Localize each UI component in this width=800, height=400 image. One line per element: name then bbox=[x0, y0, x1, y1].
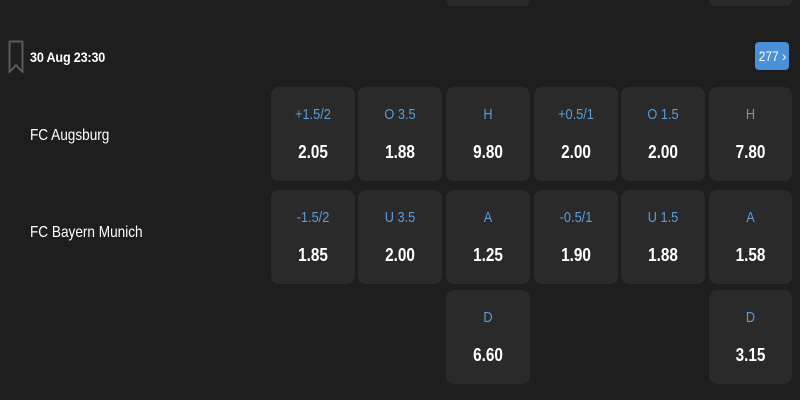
odds-value: 2.00 bbox=[561, 142, 591, 162]
odds-value: 2.00 bbox=[648, 142, 678, 162]
odds-value: 1.25 bbox=[473, 245, 503, 265]
home-team-name: FC Augsburg bbox=[30, 127, 110, 144]
odds-label: U 1.5 bbox=[647, 209, 679, 226]
bookmark-icon[interactable] bbox=[8, 40, 24, 74]
odds-label: D bbox=[483, 309, 493, 326]
match-header: 30 Aug 23:30 bbox=[0, 36, 800, 78]
odds-value: 2.00 bbox=[385, 245, 415, 265]
odds-cell-under-full[interactable]: U 3.5 2.00 bbox=[358, 190, 442, 284]
odds-cell-away-win-full[interactable]: A 1.25 bbox=[446, 190, 530, 284]
odds-label: U 3.5 bbox=[384, 209, 416, 226]
odds-cell-home-win-full[interactable]: H 9.80 bbox=[446, 87, 530, 181]
odds-label: O 3.5 bbox=[384, 106, 416, 123]
odds-value: 2.05 bbox=[298, 142, 328, 162]
odds-cell-draw-full[interactable]: D 6.60 bbox=[446, 290, 530, 384]
more-markets-button[interactable]: 277 › bbox=[755, 42, 789, 70]
odds-value: 1.58 bbox=[735, 245, 766, 265]
odds-value: 1.88 bbox=[385, 142, 415, 162]
odds-label: A bbox=[746, 209, 755, 226]
more-markets-count: 277 bbox=[759, 48, 780, 64]
odds-label: +1.5/2 bbox=[295, 106, 331, 123]
odds-value: 7.80 bbox=[735, 142, 766, 162]
previous-odds-cell bbox=[446, 0, 530, 6]
odds-cell-away-win-half[interactable]: A 1.58 bbox=[709, 190, 792, 284]
odds-cell-away-handicap-half[interactable]: -0.5/1 1.90 bbox=[534, 190, 618, 284]
odds-cell-home-handicap-half[interactable]: +0.5/1 2.00 bbox=[534, 87, 618, 181]
odds-cell-over-half[interactable]: O 1.5 2.00 bbox=[621, 87, 705, 181]
previous-odds-cell bbox=[709, 0, 792, 6]
odds-label: H bbox=[483, 106, 493, 123]
odds-label: +0.5/1 bbox=[558, 106, 594, 123]
odds-cell-home-handicap-full[interactable]: +1.5/2 2.05 bbox=[271, 87, 355, 181]
odds-label: O 1.5 bbox=[647, 106, 679, 123]
odds-value: 3.15 bbox=[735, 345, 766, 365]
odds-label: D bbox=[745, 309, 756, 326]
odds-value: 1.90 bbox=[561, 245, 591, 265]
away-team-name: FC Bayern Munich bbox=[30, 224, 143, 241]
odds-cell-draw-half[interactable]: D 3.15 bbox=[709, 290, 792, 384]
odds-cell-home-win-half[interactable]: H 7.80 bbox=[709, 87, 792, 181]
odds-label: -0.5/1 bbox=[559, 209, 593, 226]
odds-label: -1.5/2 bbox=[296, 209, 330, 226]
odds-value: 1.88 bbox=[648, 245, 678, 265]
odds-cell-away-handicap-full[interactable]: -1.5/2 1.85 bbox=[271, 190, 355, 284]
match-datetime: 30 Aug 23:30 bbox=[30, 49, 106, 65]
odds-cell-over-full[interactable]: O 3.5 1.88 bbox=[358, 87, 442, 181]
odds-value: 6.60 bbox=[473, 345, 503, 365]
odds-cell-under-half[interactable]: U 1.5 1.88 bbox=[621, 190, 705, 284]
odds-label: A bbox=[483, 209, 493, 226]
odds-label: H bbox=[745, 106, 756, 123]
chevron-right-icon: › bbox=[781, 48, 787, 64]
odds-value: 1.85 bbox=[298, 245, 328, 265]
odds-value: 9.80 bbox=[473, 142, 503, 162]
